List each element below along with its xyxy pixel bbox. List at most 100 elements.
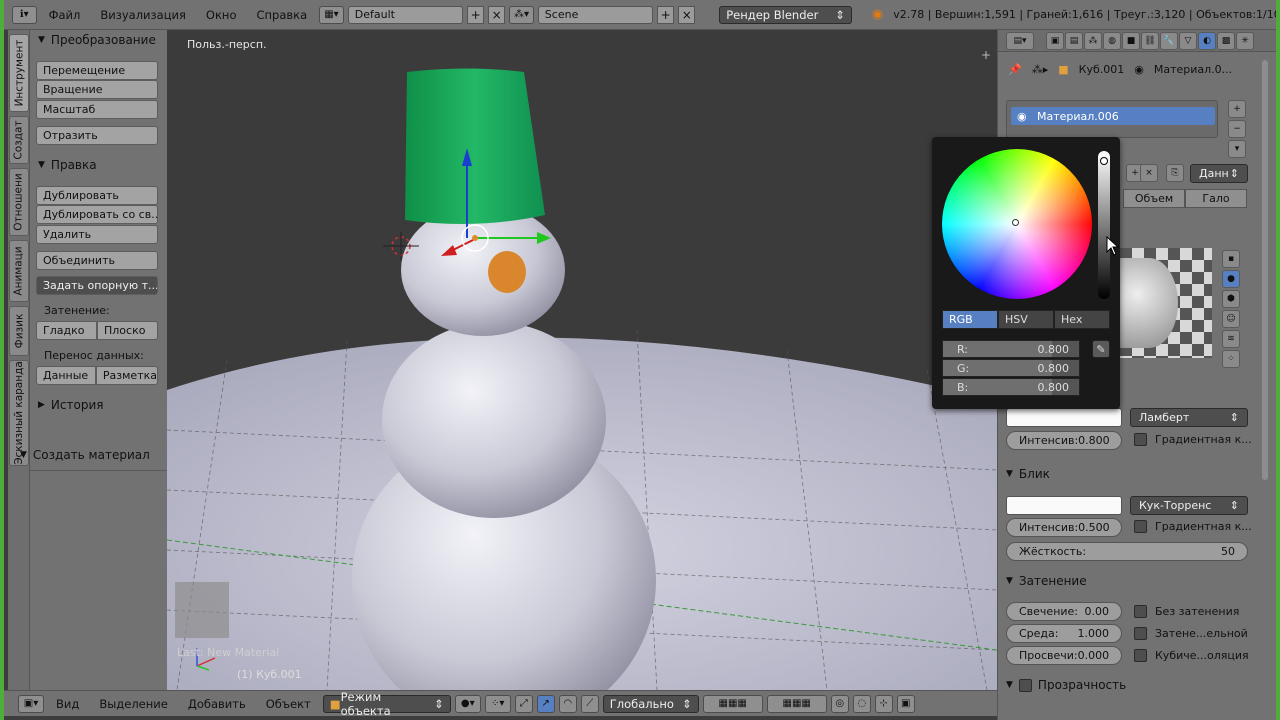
add-slot-icon[interactable]: + [1228,100,1246,118]
menu-render[interactable]: Визуализация [92,8,194,22]
fake-user-icon[interactable]: ⎘ [1166,164,1184,182]
hardness-field[interactable]: Жёсткость: 50 [1006,542,1248,561]
tangent-shading-checkbox[interactable]: Затене...ельной [1134,627,1248,640]
tab-tools[interactable]: Инструмент [9,34,29,112]
diffuse-color-swatch[interactable] [1006,408,1122,427]
world-tab-icon[interactable]: ◍ [1103,32,1121,50]
screen-layout-field[interactable]: Default [347,5,464,24]
specular-color-swatch[interactable] [1006,496,1122,515]
render-engine-dropdown[interactable]: Рендер Blender ⇕ [719,5,852,24]
specular-ramp-checkbox[interactable]: Градиентная к... [1134,520,1252,533]
data-button[interactable]: Данные [36,366,96,385]
set-origin-dropdown[interactable]: Задать опорную т... ⇕ [36,276,158,295]
delete-button[interactable]: Удалить [36,225,158,244]
shadeless-checkbox[interactable]: Без затенения [1134,605,1239,618]
cubic-interpolation-checkbox[interactable]: Кубиче...оляция [1134,649,1249,662]
g-field[interactable]: G: 0.800 [942,359,1080,377]
history-panel-header[interactable]: ▶ История [30,395,103,415]
pivot-point-icon[interactable]: ⁘▾ [484,694,511,713]
preview-sky-icon[interactable]: ⁘ [1222,350,1240,368]
rotate-manipulator-icon[interactable]: ◠ [558,694,577,713]
render-layers-tab-icon[interactable]: ▤ [1065,32,1083,50]
tab-hsv[interactable]: HSV [998,310,1054,329]
manipulator-toggle-icon[interactable]: ⤢ [514,694,533,713]
scene-tab-icon[interactable]: ⁂ [1084,32,1102,50]
snap-icon[interactable]: ◌ [852,694,871,713]
scene-icon[interactable]: ⁂▾ [509,5,534,24]
preview-monkey-icon[interactable]: ☺ [1222,310,1240,328]
add-scene-icon[interactable]: + [657,5,675,24]
object-tab-icon[interactable]: ■ [1122,32,1140,50]
render-icon[interactable]: ▣ [896,694,915,713]
menu-view[interactable]: Вид [48,697,87,711]
mirror-button[interactable]: Отразить [36,126,158,145]
orientation-dropdown[interactable]: Глобально ⇕ [602,694,699,713]
specular-intensity-field[interactable]: Интенсив:0.500 [1006,518,1122,537]
particles-tab-icon[interactable]: ✳ [1236,32,1254,50]
material-slot-item[interactable]: ◉ Материал.006 [1011,107,1215,125]
transform-panel-header[interactable]: ▼ Преобразование [30,30,156,50]
layout-grid-icon[interactable]: ▦▾ [319,5,344,24]
color-wheel-cursor[interactable] [1012,219,1019,226]
diffuse-ramp-checkbox[interactable]: Градиентная к... [1134,433,1252,446]
r-field[interactable]: R: 0.800 [942,340,1080,358]
scale-button[interactable]: Масштаб [36,100,158,119]
preview-hair-icon[interactable]: ≋ [1222,330,1240,348]
editor-type-icon[interactable]: ▣▾ [18,694,44,713]
tab-relations[interactable]: Отношени [9,168,29,236]
plus-icon[interactable]: + [981,48,991,62]
preview-plane-icon[interactable]: ▪ [1222,250,1240,268]
shading-panel-header[interactable]: ▼ Затенение [1006,574,1248,588]
eyedropper-icon[interactable]: ✎ [1092,340,1110,358]
flat-button[interactable]: Плоско [97,321,158,340]
translate-button[interactable]: Перемещение [36,61,158,80]
specular-panel-header[interactable]: ▼ Блик [1006,467,1248,481]
rotate-button[interactable]: Вращение [36,80,158,99]
tab-hex[interactable]: Hex [1054,310,1110,329]
proportional-edit-icon[interactable]: ◎ [830,694,849,713]
scale-manipulator-icon[interactable]: ⟋ [580,694,599,713]
tab-rgb[interactable]: RGB [942,310,998,329]
tab-physics[interactable]: Физик [9,306,29,356]
translate-manipulator-icon[interactable]: ↗ [536,694,555,713]
tab-animation[interactable]: Анимаци [9,240,29,302]
texture-tab-icon[interactable]: ▩ [1217,32,1235,50]
tab-halo[interactable]: Гало [1185,189,1247,208]
menu-add[interactable]: Добавить [180,697,254,711]
menu-file[interactable]: Файл [41,8,89,22]
translucency-field[interactable]: Просвечи: 0.000 [1006,646,1122,665]
preview-cube-icon[interactable]: ⬢ [1222,290,1240,308]
constraints-tab-icon[interactable]: ⛓ [1141,32,1159,50]
menu-object[interactable]: Объект [258,697,319,711]
data-link-dropdown[interactable]: Данн ⇕ [1190,164,1248,183]
properties-scrollbar[interactable] [1262,60,1268,480]
render-tab-icon[interactable]: ▣ [1046,32,1064,50]
menu-select[interactable]: Выделение [91,697,176,711]
edit-panel-header[interactable]: ▼ Правка [30,155,97,175]
remove-layout-icon[interactable]: × [488,5,506,24]
menu-window[interactable]: Окно [198,8,245,22]
tab-create[interactable]: Создат [9,116,29,164]
join-button[interactable]: Объединить [36,251,158,270]
preview-sphere-icon[interactable]: ● [1222,270,1240,288]
smooth-button[interactable]: Гладко [36,321,97,340]
material-slot-list[interactable]: ◉ Материал.006 [1006,100,1218,138]
transparency-panel-header[interactable]: ▼ Прозрачность [1006,678,1248,692]
ambient-field[interactable]: Среда: 1.000 [1006,624,1122,643]
diffuse-intensity-field[interactable]: Интенсив:0.800 [1006,431,1122,450]
menu-help[interactable]: Справка [248,8,315,22]
snap-target-icon[interactable]: ⊹ [874,694,893,713]
tab-volume[interactable]: Объем [1123,189,1185,208]
b-field[interactable]: B: 0.800 [942,378,1080,396]
modifiers-tab-icon[interactable]: 🔧 [1160,32,1178,50]
transparency-checkbox[interactable] [1018,678,1032,692]
diffuse-shader-dropdown[interactable]: Ламберт ⇕ [1130,408,1248,427]
scene-field[interactable]: Scene [537,5,654,24]
add-layout-icon[interactable]: + [467,5,485,24]
color-wheel[interactable] [942,149,1092,299]
value-slider-knob[interactable] [1100,157,1108,165]
3d-viewport[interactable]: Польз.-персп. Last: New Material (1) Куб… [167,30,997,690]
slot-menu-icon[interactable]: ▾ [1228,140,1246,158]
layout-button[interactable]: Разметка [95,366,158,385]
specular-shader-dropdown[interactable]: Кук-Торренс ⇕ [1130,496,1248,515]
